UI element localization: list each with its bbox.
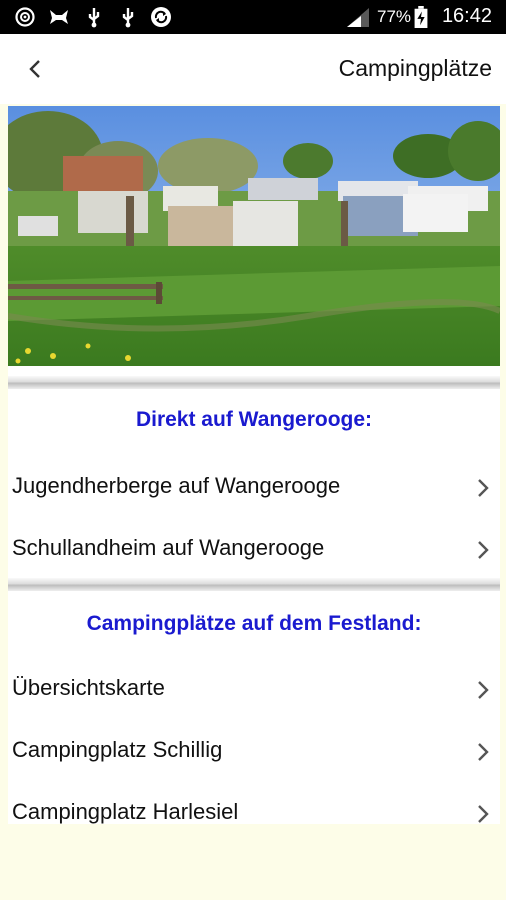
list-item-uebersichtskarte[interactable]: Übersichtskarte	[8, 660, 500, 720]
content-area: Direkt auf Wangerooge: Jugendherberge au…	[8, 106, 500, 824]
app-bar: Campingplätze	[0, 34, 506, 104]
chevron-left-icon	[29, 60, 40, 78]
signal-icon	[347, 8, 369, 27]
status-bar: 77% 16:42	[0, 0, 506, 34]
list-item-schillig[interactable]: Campingplatz Schillig	[8, 722, 500, 782]
list-item-label: Campingplatz Schillig	[12, 737, 223, 762]
chevron-right-icon	[478, 743, 489, 761]
sync-circle-icon	[151, 7, 171, 27]
usb-icon	[122, 8, 134, 28]
list-item-label: Jugendherberge auf Wangerooge	[12, 473, 341, 498]
campsite-photo	[8, 106, 500, 366]
battery-charging-icon	[414, 6, 428, 28]
section-divider	[8, 578, 500, 591]
list-item-schullandheim[interactable]: Schullandheim auf Wangerooge	[8, 520, 500, 580]
usb-icon	[88, 8, 100, 28]
section-heading: Direkt auf Wangerooge:	[135, 408, 373, 431]
list-item-label: Schullandheim auf Wangerooge	[12, 535, 325, 560]
section-heading: Campingplätze auf dem Festland:	[86, 612, 422, 635]
chevron-right-icon	[478, 681, 489, 699]
list-item-label: Übersichtskarte	[12, 675, 165, 700]
section-divider	[8, 376, 500, 389]
sync-icon	[15, 7, 35, 27]
chevron-right-icon	[478, 479, 489, 497]
battery-percent: 77%	[377, 7, 412, 26]
list-item-harlesiel[interactable]: Campingplatz Harlesiel	[8, 784, 500, 824]
status-time: 16:42	[441, 5, 492, 27]
page-title: Campingplätze	[338, 55, 492, 81]
list-item-label: Campingplatz Harlesiel	[12, 799, 239, 824]
list-item-jugendherberge[interactable]: Jugendherberge auf Wangerooge	[8, 458, 500, 518]
chevron-right-icon	[478, 805, 489, 823]
chevron-right-icon	[478, 541, 489, 559]
cat-icon	[50, 10, 68, 24]
back-button[interactable]	[18, 52, 52, 86]
